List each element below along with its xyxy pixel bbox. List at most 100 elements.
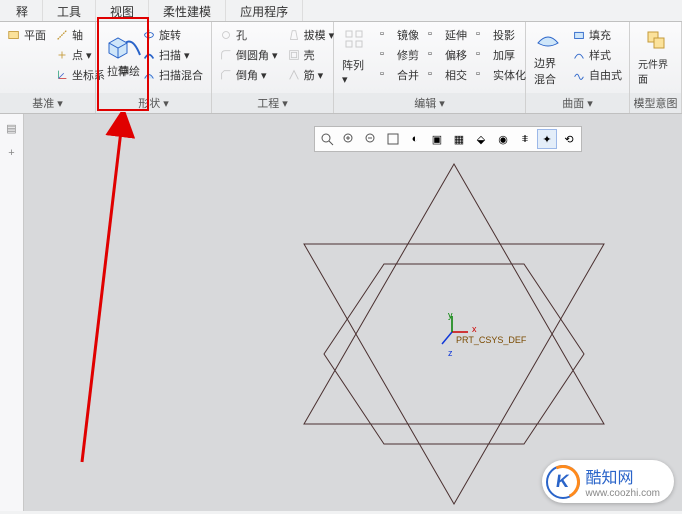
project-button[interactable]: ▫投影 — [473, 26, 529, 44]
boundary-icon — [534, 25, 562, 53]
revolve-button[interactable]: 旋转 — [139, 26, 206, 44]
tab-apps[interactable]: 应用程序 — [226, 0, 303, 21]
fill-button[interactable]: 填充 — [569, 26, 625, 44]
shell-icon — [287, 48, 301, 62]
rail-icon-1[interactable]: ▤ — [6, 122, 16, 135]
view-toolbar: ◐ ▣ ▦ ⬙ ◉ ⩨ ✦ ⟲ — [314, 126, 582, 152]
ribbon: 平面 轴 点 ▾ 坐标系 草绘 — [0, 22, 682, 114]
hole-button[interactable]: 孔 — [216, 26, 281, 44]
extend-icon: ▫ — [428, 28, 442, 42]
group-edit-label: 编辑 ▾ — [334, 93, 525, 113]
extrude-icon — [104, 33, 132, 61]
watermark: K 酷知网 www.coozhi.com — [542, 460, 674, 503]
draft-icon — [287, 28, 301, 42]
comp-interface-icon — [642, 26, 670, 54]
group-shape: 拉伸 旋转 扫描 ▾ 扫描混合 形状 ▾ — [96, 22, 212, 113]
axis-label: 轴 — [72, 27, 83, 43]
pattern-button[interactable]: 阵列 ▾ — [338, 26, 374, 86]
project-icon: ▫ — [476, 28, 490, 42]
intersect-icon: ▫ — [428, 68, 442, 82]
chamfer-button[interactable]: 倒角 ▾ — [216, 66, 281, 84]
zoom-in-button[interactable] — [339, 129, 359, 149]
sweep-blend-button[interactable]: 扫描混合 — [139, 66, 206, 84]
thicken-button[interactable]: ▫加厚 — [473, 46, 529, 64]
group-datum: 平面 轴 点 ▾ 坐标系 草绘 — [0, 22, 96, 113]
sweep-blend-label: 扫描混合 — [159, 67, 203, 83]
watermark-logo: K — [546, 465, 580, 499]
group-datum-label: 基准 ▾ — [0, 93, 95, 113]
annotations-button[interactable]: ⩨ — [515, 129, 535, 149]
sweep-label: 扫描 ▾ — [159, 47, 190, 63]
watermark-url: www.coozhi.com — [586, 488, 660, 499]
sweep-blend-icon — [142, 68, 156, 82]
zoom-fit-button[interactable] — [317, 129, 337, 149]
tab-flexible[interactable]: 柔性建模 — [149, 0, 226, 21]
sweep-button[interactable]: 扫描 ▾ — [139, 46, 206, 64]
shade-button[interactable]: ◐ — [405, 129, 425, 149]
trim-button[interactable]: ▫修剪 — [377, 46, 422, 64]
datum-display-button[interactable]: ✦ — [537, 129, 557, 149]
offset-button[interactable]: ▫偏移 — [425, 46, 470, 64]
group-model-intent: 元件界面 模型意图 — [630, 22, 682, 113]
intersect-button[interactable]: ▫相交 — [425, 66, 470, 84]
extend-button[interactable]: ▫延伸 — [425, 26, 470, 44]
tab-tools[interactable]: 工具 — [43, 0, 96, 21]
trim-icon: ▫ — [380, 48, 394, 62]
style-button[interactable]: 样式 — [569, 46, 625, 64]
point-icon — [55, 48, 69, 62]
merge-icon: ▫ — [380, 68, 394, 82]
solidify-button[interactable]: ▫实体化 — [473, 66, 529, 84]
plane-icon — [7, 28, 21, 42]
watermark-name: 酷知网 — [586, 464, 660, 488]
mirror-button[interactable]: ▫镜像 — [377, 26, 422, 44]
mirror-icon: ▫ — [380, 28, 394, 42]
csys-triad — [438, 314, 478, 354]
csys-z-label: z — [448, 348, 453, 358]
model-viewport[interactable]: ◐ ▣ ▦ ⬙ ◉ ⩨ ✦ ⟲ x y z PRT_CSYS_DEF — [24, 114, 682, 511]
round-button[interactable]: 倒圆角 ▾ — [216, 46, 281, 64]
csys-name: PRT_CSYS_DEF — [456, 335, 526, 345]
zoom-out-button[interactable] — [361, 129, 381, 149]
extrude-button[interactable]: 拉伸 — [100, 26, 136, 86]
rail-icon-2[interactable]: + — [8, 147, 14, 159]
spin-center-button[interactable]: ⟲ — [559, 129, 579, 149]
thicken-icon: ▫ — [476, 48, 490, 62]
group-shape-label: 形状 ▾ — [96, 93, 211, 113]
tab-view[interactable]: 视图 — [96, 0, 149, 21]
round-icon — [219, 48, 233, 62]
group-model-intent-label: 模型意图 — [630, 93, 681, 113]
render-button[interactable]: ◉ — [493, 129, 513, 149]
perspective-button[interactable]: ⬙ — [471, 129, 491, 149]
group-surface: 边界混合 填充 样式 自由式 曲面 ▾ — [526, 22, 630, 113]
comp-interface-button[interactable]: 元件界面 — [634, 26, 677, 86]
style-icon — [572, 48, 586, 62]
refit-button[interactable] — [383, 129, 403, 149]
csys-y-label: y — [448, 310, 453, 320]
csys-icon — [55, 68, 69, 82]
fill-icon — [572, 28, 586, 42]
revolve-icon — [142, 28, 156, 42]
point-label: 点 ▾ — [72, 47, 92, 63]
chamfer-icon — [219, 68, 233, 82]
menu-tabs: 释 工具 视图 柔性建模 应用程序 — [0, 0, 682, 22]
group-engineering: 孔 倒圆角 ▾ 倒角 ▾ 拔模 ▾ 壳 筋 ▾ 工程 ▾ — [212, 22, 334, 113]
merge-button[interactable]: ▫合并 — [377, 66, 422, 84]
plane-button[interactable]: 平面 — [4, 26, 49, 44]
pattern-icon — [342, 27, 370, 55]
freeform-button[interactable]: 自由式 — [569, 66, 625, 84]
freeform-icon — [572, 68, 586, 82]
group-surface-label: 曲面 ▾ — [526, 93, 629, 113]
extrude-label: 拉伸 — [107, 63, 129, 79]
axis-icon — [55, 28, 69, 42]
rib-button[interactable]: 筋 ▾ — [284, 66, 338, 84]
draft-button[interactable]: 拔模 ▾ — [284, 26, 338, 44]
boundary-button[interactable]: 边界混合 — [530, 26, 566, 86]
tab-annotate[interactable]: 释 — [2, 0, 43, 21]
offset-icon: ▫ — [428, 48, 442, 62]
rib-icon — [287, 68, 301, 82]
csys-x-label: x — [472, 324, 477, 334]
views-button[interactable]: ▦ — [449, 129, 469, 149]
shell-button[interactable]: 壳 — [284, 46, 338, 64]
display-button[interactable]: ▣ — [427, 129, 447, 149]
hole-icon — [219, 28, 233, 42]
